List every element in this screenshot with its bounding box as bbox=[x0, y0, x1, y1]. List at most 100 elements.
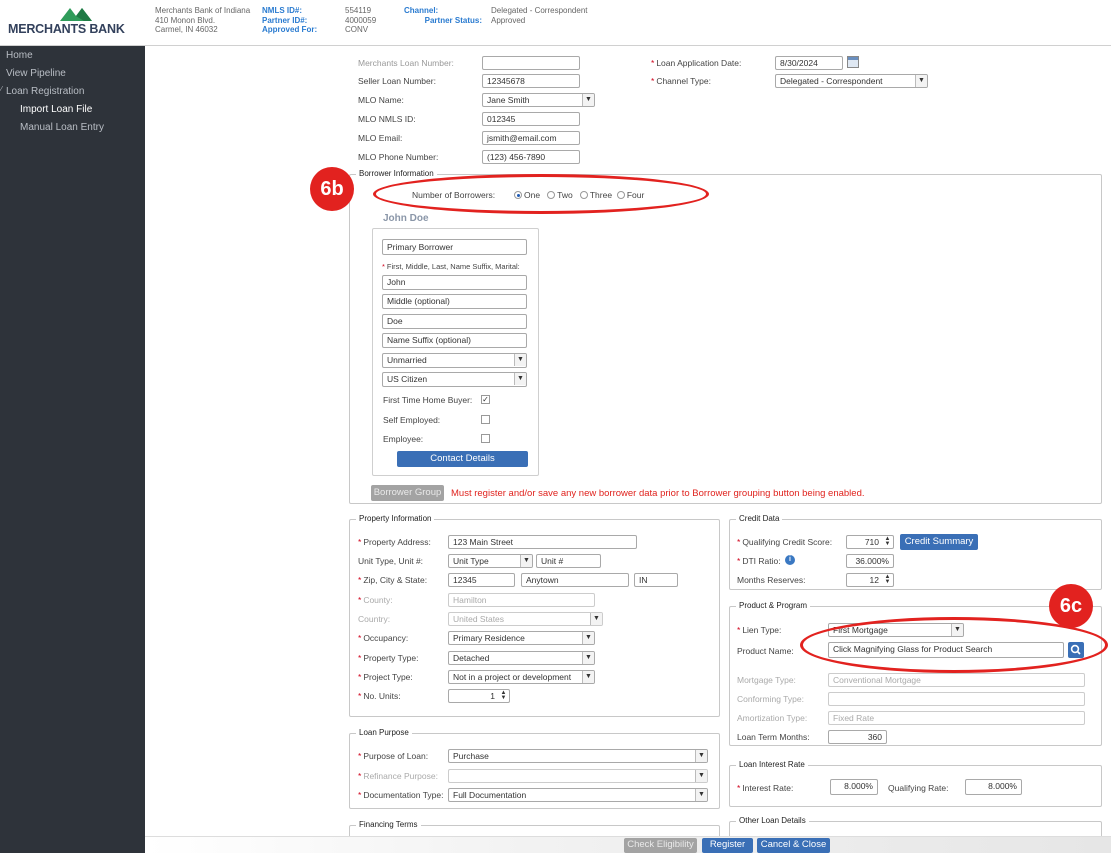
documentation-type-value: Full Documentation bbox=[453, 790, 527, 800]
mlo-phone-field[interactable]: (123) 456-7890 bbox=[482, 150, 580, 164]
sidebar-item-loan-registration[interactable]: Loan Registration bbox=[6, 86, 84, 97]
channel-label: Channel: bbox=[404, 6, 439, 15]
stepper-icon[interactable]: ▲ ▼ bbox=[883, 574, 892, 585]
occupancy-value: Primary Residence bbox=[453, 633, 525, 643]
dti-ratio-field[interactable]: 36.000% bbox=[846, 554, 894, 568]
chevron-down-icon: ▼ bbox=[514, 354, 526, 366]
property-type-label: * Property Type: bbox=[358, 653, 419, 663]
status-value: Approved bbox=[491, 15, 526, 25]
purpose-of-loan-label: * Purpose of Loan: bbox=[358, 751, 429, 761]
sidebar-item-view-pipeline[interactable]: View Pipeline bbox=[6, 68, 66, 79]
loan-application-date-field[interactable]: 8/30/2024 bbox=[775, 56, 843, 70]
purpose-of-loan-select[interactable]: Purchase ▼ bbox=[448, 749, 708, 763]
channel-type-label: * Channel Type: bbox=[651, 76, 711, 86]
amortization-type-label: Amortization Type: bbox=[737, 713, 808, 723]
mlo-email-label: MLO Email: bbox=[358, 133, 403, 143]
name-suffix-field[interactable]: Name Suffix (optional) bbox=[382, 333, 527, 348]
borrower-type-field[interactable]: Primary Borrower bbox=[382, 239, 527, 255]
credit-score-field[interactable]: 710 ▲ ▼ bbox=[846, 535, 894, 549]
qualifying-rate-field[interactable]: 8.000% bbox=[965, 779, 1022, 795]
borrower-warning-text: Must register and/or save any new borrow… bbox=[451, 488, 865, 499]
company-name: Merchants Bank of Indiana bbox=[155, 6, 251, 15]
chevron-down-icon: ▼ bbox=[590, 613, 602, 625]
mlo-name-value: Jane Smith bbox=[487, 95, 530, 105]
borrower-group-button[interactable]: Borrower Group bbox=[371, 485, 444, 501]
city-field[interactable]: Anytown bbox=[521, 573, 629, 587]
seller-loan-number-label: Seller Loan Number: bbox=[358, 76, 436, 86]
property-type-select[interactable]: Detached ▼ bbox=[448, 651, 595, 665]
amortization-type-field[interactable]: Fixed Rate bbox=[828, 711, 1085, 725]
marital-status-select[interactable]: Unmarried ▼ bbox=[382, 353, 527, 368]
middle-name-field[interactable]: Middle (optional) bbox=[382, 294, 527, 309]
info-icon[interactable]: i bbox=[785, 555, 795, 565]
first-time-buyer-checkbox[interactable]: ✓ bbox=[481, 395, 490, 404]
number-of-units-label: * No. Units: bbox=[358, 691, 401, 701]
chevron-down-icon: ▼ bbox=[695, 789, 707, 801]
documentation-type-select[interactable]: Full Documentation ▼ bbox=[448, 788, 708, 802]
country-select[interactable]: United States ▼ bbox=[448, 612, 603, 626]
refinance-purpose-select[interactable]: ▼ bbox=[448, 769, 708, 783]
contact-details-button[interactable]: Contact Details bbox=[397, 451, 528, 467]
country-value: United States bbox=[453, 614, 505, 624]
zip-field[interactable]: 12345 bbox=[448, 573, 515, 587]
conforming-type-field[interactable] bbox=[828, 692, 1085, 706]
check-eligibility-button[interactable]: Check Eligibility bbox=[624, 838, 697, 853]
chevron-down-icon: ▼ bbox=[520, 555, 532, 567]
self-employed-checkbox[interactable] bbox=[481, 415, 490, 424]
product-name-label: Product Name: bbox=[737, 646, 794, 656]
chevron-down-icon: ⁄ bbox=[1, 86, 3, 93]
employee-checkbox[interactable] bbox=[481, 434, 490, 443]
sidebar-item-home[interactable]: Home bbox=[6, 50, 33, 61]
county-field[interactable]: Hamilton bbox=[448, 593, 595, 607]
project-type-value: Not in a project or development bbox=[453, 672, 572, 682]
refinance-purpose-label: * Refinance Purpose: bbox=[358, 771, 438, 781]
credit-summary-button[interactable]: Credit Summary bbox=[900, 534, 978, 550]
stepper-icon[interactable]: ▲ ▼ bbox=[883, 536, 892, 547]
purpose-of-loan-value: Purchase bbox=[453, 751, 489, 761]
unit-type-select[interactable]: Unit Type ▼ bbox=[448, 554, 533, 568]
citizenship-select[interactable]: US Citizen ▼ bbox=[382, 372, 527, 387]
conforming-type-label: Conforming Type: bbox=[737, 694, 804, 704]
credit-score-label: * Qualifying Credit Score: bbox=[737, 537, 833, 547]
property-address-field[interactable]: 123 Main Street bbox=[448, 535, 637, 549]
mlo-name-label: MLO Name: bbox=[358, 95, 404, 105]
interest-rate-field[interactable]: 8.000% bbox=[830, 779, 878, 795]
chevron-down-icon: ▼ bbox=[915, 75, 927, 87]
channel-type-select[interactable]: Delegated - Correspondent ▼ bbox=[775, 74, 928, 88]
seller-loan-number-field[interactable]: 12345678 bbox=[482, 74, 580, 88]
calendar-icon[interactable] bbox=[847, 56, 859, 68]
chevron-down-icon: ▼ bbox=[582, 632, 594, 644]
sidebar-item-manual-loan-entry[interactable]: Manual Loan Entry bbox=[20, 122, 104, 133]
last-name-field[interactable]: Doe bbox=[382, 314, 527, 329]
mlo-nmls-field[interactable]: 012345 bbox=[482, 112, 580, 126]
interest-rate-label: * Interest Rate: bbox=[737, 783, 794, 793]
mortgage-type-field[interactable]: Conventional Mortgage bbox=[828, 673, 1085, 687]
mlo-email-field[interactable]: jsmith@email.com bbox=[482, 131, 580, 145]
lien-type-label: * Lien Type: bbox=[737, 625, 782, 635]
partner-label: Partner ID#: bbox=[262, 15, 308, 25]
status-label: Partner Status: bbox=[424, 15, 482, 25]
state-field[interactable]: IN bbox=[634, 573, 678, 587]
chevron-down-icon: ▼ bbox=[695, 750, 707, 762]
sidebar-item-import-loan-file[interactable]: Import Loan File bbox=[20, 104, 92, 115]
loan-term-months-field[interactable]: 360 bbox=[828, 730, 887, 744]
unit-label: Unit Type, Unit #: bbox=[358, 556, 424, 566]
mlo-nmls-label: MLO NMLS ID: bbox=[358, 114, 416, 124]
channel-value: Delegated - Correspondent bbox=[491, 6, 588, 15]
unit-number-field[interactable]: Unit # bbox=[536, 554, 601, 568]
occupancy-select[interactable]: Primary Residence ▼ bbox=[448, 631, 595, 645]
company-address-1: 410 Monon Blvd. bbox=[155, 15, 216, 25]
chevron-down-icon: ▼ bbox=[582, 652, 594, 664]
register-button[interactable]: Register bbox=[702, 838, 753, 853]
months-reserves-field[interactable]: 12 ▲ ▼ bbox=[846, 573, 894, 587]
merchants-loan-number-field[interactable] bbox=[482, 56, 580, 70]
cancel-close-button[interactable]: Cancel & Close bbox=[757, 838, 830, 853]
mlo-name-select[interactable]: Jane Smith ▼ bbox=[482, 93, 595, 107]
first-name-field[interactable]: John bbox=[382, 275, 527, 290]
marital-status-value: Unmarried bbox=[387, 355, 427, 365]
nmls-value: 554119 bbox=[345, 6, 372, 15]
number-of-units-field[interactable]: 1 ▲ ▼ bbox=[448, 689, 510, 703]
bank-logo: MERCHANTS BANK bbox=[8, 5, 148, 41]
project-type-select[interactable]: Not in a project or development ▼ bbox=[448, 670, 595, 684]
stepper-icon[interactable]: ▲ ▼ bbox=[499, 690, 508, 701]
